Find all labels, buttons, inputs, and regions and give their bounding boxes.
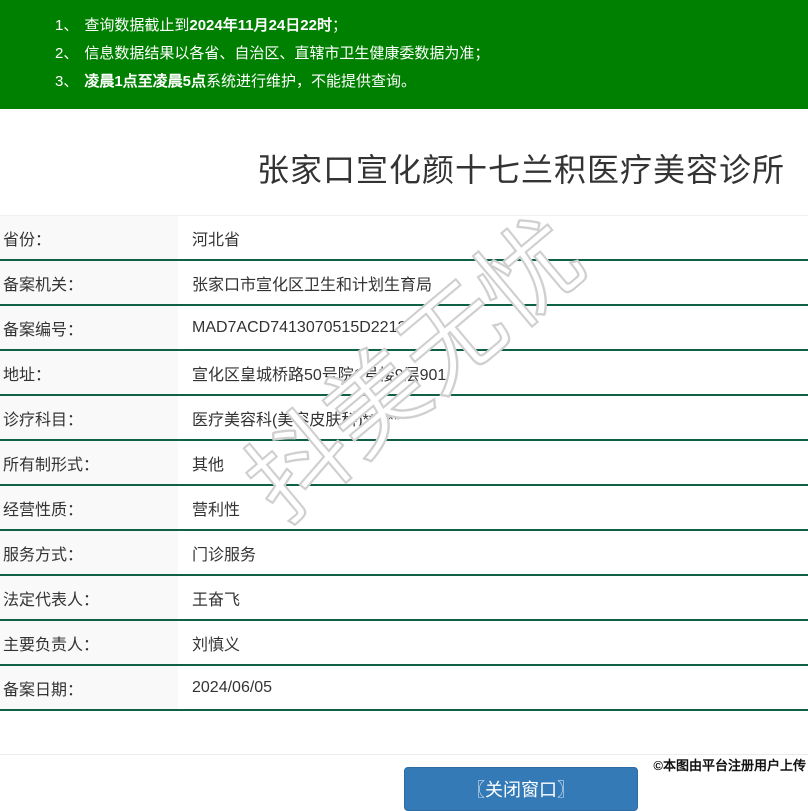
- table-row: 省份： 河北省: [0, 216, 808, 261]
- notice-text-bold: 2024年11月24日22时: [189, 17, 332, 34]
- row-value: 河北省: [192, 231, 241, 249]
- notice-item: 3、 凌晨1点至凌晨5点系统进行维护，不能提供查询。: [0, 68, 808, 96]
- row-value: 张家口市宣化区卫生和计划生育局: [192, 276, 433, 294]
- row-label: 备案机关：: [0, 261, 178, 304]
- notice-number: 2、: [55, 45, 79, 62]
- notice-item: 2、 信息数据结果以各省、自治区、直辖市卫生健康委数据为准；: [0, 40, 808, 68]
- table-row: 地址： 宣化区皇城桥路50号院1号楼9层901: [0, 351, 808, 396]
- table-row: 主要负责人： 刘慎义: [0, 621, 808, 666]
- notice-item: 1、 查询数据截止到2024年11月24日22时；: [0, 12, 808, 40]
- row-label: 所有制形式：: [0, 441, 178, 484]
- notice-text-post: 系统进行维护，不能提供查询。: [206, 73, 417, 90]
- page: 1、 查询数据截止到2024年11月24日22时； 2、 信息数据结果以各省、自治区…: [0, 0, 808, 811]
- row-label: 诊疗科目：: [0, 396, 178, 439]
- table-row: 所有制形式： 其他: [0, 441, 808, 486]
- row-value: 营利性: [192, 501, 241, 519]
- notice-text-bold: 凌晨1点至凌晨5点: [84, 73, 207, 90]
- row-label: 服务方式：: [0, 531, 178, 574]
- row-value: 其他: [192, 456, 225, 474]
- row-label: 备案日期：: [0, 666, 178, 709]
- row-label: 经营性质：: [0, 486, 178, 529]
- row-value: 门诊服务: [192, 546, 257, 564]
- row-label: 主要负责人：: [0, 621, 178, 664]
- upload-credit: ©本图由平台注册用户上传: [653, 758, 806, 773]
- row-label: 地址：: [0, 351, 178, 394]
- table-row: 诊疗科目： 医疗美容科(美容皮肤科)******: [0, 396, 808, 441]
- info-table: 省份： 河北省 备案机关： 张家口市宣化区卫生和计划生育局 备案编号： MAD7…: [0, 215, 808, 711]
- close-window-button[interactable]: 〖关闭窗口〗: [404, 767, 638, 811]
- table-row: 经营性质： 营利性: [0, 486, 808, 531]
- notice-text-pre: 信息数据结果以各省、自治区、直辖市卫生健康委数据为准；: [84, 45, 490, 62]
- page-title: 张家口宣化颜十七兰积医疗美容诊所: [256, 152, 785, 188]
- row-label: 省份：: [0, 216, 178, 259]
- row-label: 法定代表人：: [0, 576, 178, 619]
- table-row: 备案编号： MAD7ACD7413070515D2212: [0, 306, 808, 351]
- row-label: 备案编号：: [0, 306, 178, 349]
- table-row: 备案机关： 张家口市宣化区卫生和计划生育局: [0, 261, 808, 306]
- row-value: 王奋飞: [192, 591, 241, 609]
- row-value: 刘慎义: [192, 636, 241, 654]
- row-value: 2024/06/05: [192, 678, 273, 696]
- row-value: MAD7ACD7413070515D2212: [192, 318, 407, 336]
- notice-number: 3、: [55, 73, 79, 90]
- table-row: 备案日期： 2024/06/05: [0, 666, 808, 711]
- row-value: 医疗美容科(美容皮肤科)******: [192, 411, 401, 429]
- notice-banner: 1、 查询数据截止到2024年11月24日22时； 2、 信息数据结果以各省、自治区…: [0, 0, 808, 109]
- row-value: 宣化区皇城桥路50号院1号楼9层901: [192, 366, 447, 384]
- notice-text-post: ；: [331, 17, 347, 34]
- notice-list: 1、 查询数据截止到2024年11月24日22时； 2、 信息数据结果以各省、自治区…: [0, 12, 808, 96]
- notice-number: 1、: [55, 17, 79, 34]
- table-row: 服务方式： 门诊服务: [0, 531, 808, 576]
- table-row: 法定代表人： 王奋飞: [0, 576, 808, 621]
- notice-text-pre: 查询数据截止到: [84, 17, 190, 34]
